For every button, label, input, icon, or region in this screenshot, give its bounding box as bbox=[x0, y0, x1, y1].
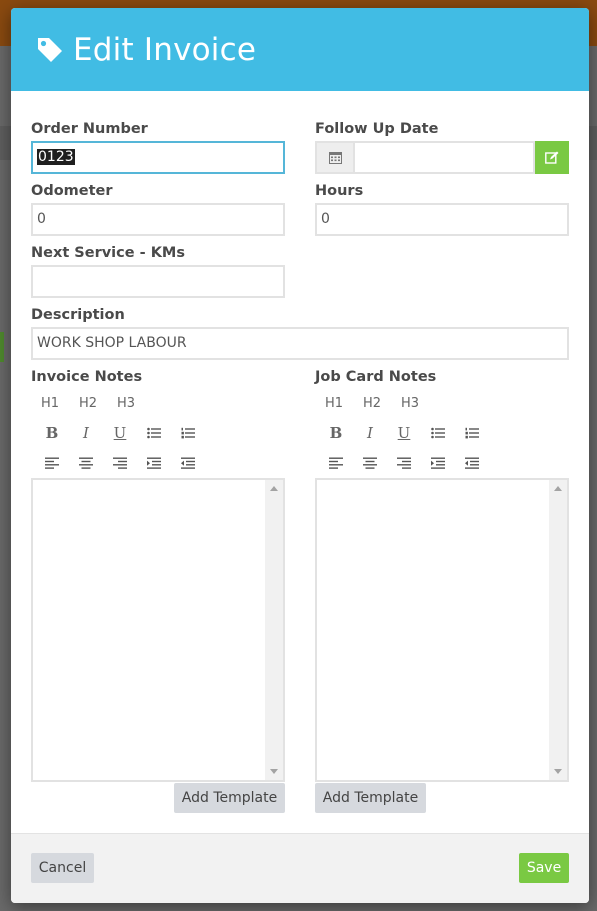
background-green-marker bbox=[0, 332, 4, 362]
indent-icon bbox=[147, 457, 161, 469]
order-number-input[interactable]: 0123 bbox=[31, 141, 285, 174]
save-button[interactable]: Save bbox=[519, 853, 569, 883]
italic-button[interactable]: I bbox=[69, 420, 103, 446]
hours-label: Hours bbox=[315, 183, 364, 199]
modal-title: Edit Invoice bbox=[73, 31, 257, 68]
invoice-notes-align-toolbar bbox=[35, 450, 205, 476]
job-card-notes-label: Job Card Notes bbox=[315, 369, 437, 385]
bold-button[interactable]: B bbox=[319, 420, 353, 446]
next-service-input[interactable] bbox=[31, 265, 285, 298]
job-card-notes-format-toolbar: B I U bbox=[319, 420, 489, 446]
underline-button[interactable]: U bbox=[103, 420, 137, 446]
cancel-button[interactable]: Cancel bbox=[31, 853, 94, 883]
modal-footer: Cancel Save bbox=[11, 833, 589, 903]
invoice-notes-scrollbar[interactable] bbox=[265, 480, 283, 780]
edit-invoice-modal: Edit Invoice Order Number 0123 Follow Up… bbox=[11, 8, 589, 903]
scroll-down-icon[interactable] bbox=[270, 769, 278, 774]
follow-up-date-label: Follow Up Date bbox=[315, 121, 439, 137]
h1-button[interactable]: H1 bbox=[315, 390, 353, 416]
tag-icon bbox=[38, 37, 62, 62]
bullet-list-icon bbox=[147, 427, 161, 439]
outdent-button[interactable] bbox=[455, 450, 489, 476]
numbered-list-icon bbox=[465, 427, 479, 439]
odometer-input[interactable]: 0 bbox=[31, 203, 285, 236]
job-card-notes-align-toolbar bbox=[319, 450, 489, 476]
align-center-button[interactable] bbox=[353, 450, 387, 476]
scroll-down-icon[interactable] bbox=[554, 769, 562, 774]
align-center-icon bbox=[363, 457, 377, 469]
bold-button[interactable]: B bbox=[35, 420, 69, 446]
odometer-label: Odometer bbox=[31, 183, 113, 199]
indent-icon bbox=[431, 457, 445, 469]
align-left-icon bbox=[329, 457, 343, 469]
outdent-button[interactable] bbox=[171, 450, 205, 476]
align-left-button[interactable] bbox=[319, 450, 353, 476]
indent-button[interactable] bbox=[137, 450, 171, 476]
invoice-notes-format-toolbar: B I U bbox=[35, 420, 205, 446]
underline-button[interactable]: U bbox=[387, 420, 421, 446]
align-right-icon bbox=[397, 457, 411, 469]
invoice-add-template-button[interactable]: Add Template bbox=[174, 783, 285, 813]
edit-icon bbox=[545, 151, 559, 164]
h2-button[interactable]: H2 bbox=[353, 390, 391, 416]
align-right-button[interactable] bbox=[103, 450, 137, 476]
description-input[interactable]: WORK SHOP LABOUR bbox=[31, 327, 569, 360]
next-service-label: Next Service - KMs bbox=[31, 245, 185, 261]
align-right-button[interactable] bbox=[387, 450, 421, 476]
scroll-up-icon[interactable] bbox=[554, 486, 562, 491]
h3-button[interactable]: H3 bbox=[107, 390, 145, 416]
numbered-list-button[interactable] bbox=[171, 420, 205, 446]
order-number-label: Order Number bbox=[31, 121, 148, 137]
outdent-icon bbox=[465, 457, 479, 469]
align-center-icon bbox=[79, 457, 93, 469]
invoice-notes-editor[interactable] bbox=[31, 478, 285, 782]
job-card-notes-heading-toolbar: H1 H2 H3 bbox=[315, 390, 429, 416]
edit-date-button[interactable] bbox=[535, 141, 569, 174]
order-number-value: 0123 bbox=[37, 149, 75, 165]
calendar-addon[interactable] bbox=[315, 141, 355, 174]
hours-input[interactable]: 0 bbox=[315, 203, 569, 236]
align-right-icon bbox=[113, 457, 127, 469]
h2-button[interactable]: H2 bbox=[69, 390, 107, 416]
modal-header: Edit Invoice bbox=[11, 8, 589, 91]
invoice-notes-label: Invoice Notes bbox=[31, 369, 143, 385]
align-center-button[interactable] bbox=[69, 450, 103, 476]
bullet-list-icon bbox=[431, 427, 445, 439]
job-card-notes-editor[interactable] bbox=[315, 478, 569, 782]
description-label: Description bbox=[31, 307, 125, 323]
outdent-icon bbox=[181, 457, 195, 469]
scroll-up-icon[interactable] bbox=[270, 486, 278, 491]
italic-button[interactable]: I bbox=[353, 420, 387, 446]
numbered-list-button[interactable] bbox=[455, 420, 489, 446]
job-card-add-template-button[interactable]: Add Template bbox=[315, 783, 426, 813]
bullet-list-button[interactable] bbox=[421, 420, 455, 446]
job-card-notes-scrollbar[interactable] bbox=[549, 480, 567, 780]
calendar-icon bbox=[328, 152, 342, 164]
numbered-list-icon bbox=[181, 427, 195, 439]
align-left-button[interactable] bbox=[35, 450, 69, 476]
h1-button[interactable]: H1 bbox=[31, 390, 69, 416]
h3-button[interactable]: H3 bbox=[391, 390, 429, 416]
follow-up-date-input[interactable] bbox=[353, 141, 535, 174]
invoice-notes-heading-toolbar: H1 H2 H3 bbox=[31, 390, 145, 416]
indent-button[interactable] bbox=[421, 450, 455, 476]
bullet-list-button[interactable] bbox=[137, 420, 171, 446]
align-left-icon bbox=[45, 457, 59, 469]
